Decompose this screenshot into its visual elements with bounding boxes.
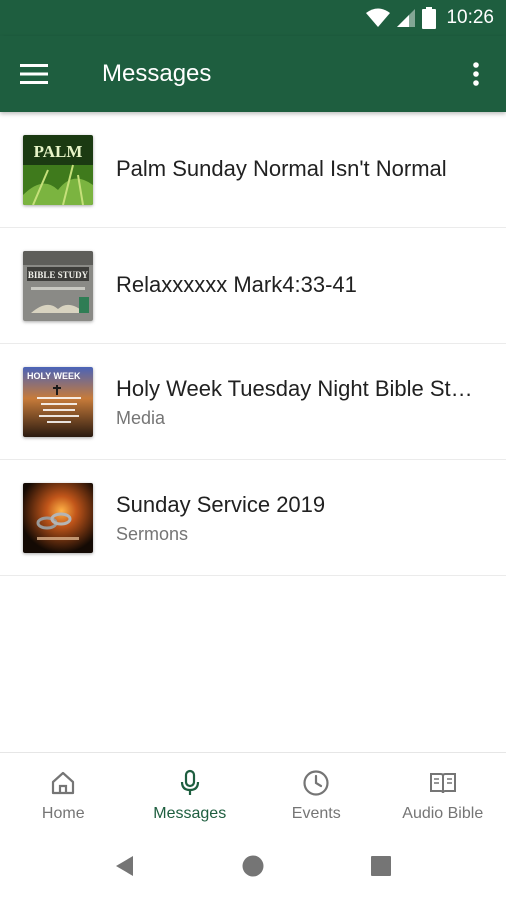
sunday-service-image xyxy=(23,483,93,553)
messages-list: PALM Palm Sunday Normal Isn't Normal BIB… xyxy=(0,112,506,576)
message-title: Sunday Service 2019 xyxy=(116,492,326,517)
overflow-menu-button[interactable] xyxy=(464,58,488,90)
message-title: Holy Week Tuesday Night Bible Study xyxy=(116,376,478,401)
message-title: Palm Sunday Normal Isn't Normal xyxy=(116,156,447,181)
bible-study-image: BIBLE STUDY xyxy=(23,251,93,321)
message-item[interactable]: Sunday Service 2019 Sermons xyxy=(0,460,506,576)
nav-label: Audio Bible xyxy=(402,805,484,822)
holy-week-image: HOLY WEEK xyxy=(23,367,93,437)
message-item[interactable]: BIBLE STUDY Relaxxxxxx Mark4:33-41 xyxy=(0,228,506,344)
palm-sunday-image: PALM xyxy=(23,135,93,205)
nav-item-home[interactable]: Home xyxy=(0,753,127,832)
cellular-signal-icon xyxy=(397,9,416,27)
status-bar: 10:26 xyxy=(0,0,506,36)
thumbnail-text: PALM xyxy=(34,142,83,161)
message-thumbnail: HOLY WEEK xyxy=(23,367,93,437)
more-vert-icon xyxy=(473,62,479,86)
message-item[interactable]: HOLY WEEK Holy Week Tuesday Night Bible … xyxy=(0,344,506,460)
open-book-icon xyxy=(429,773,456,794)
recents-icon[interactable] xyxy=(369,854,393,878)
nav-item-events[interactable]: Events xyxy=(253,753,380,832)
back-icon[interactable] xyxy=(113,854,137,878)
message-category: Media xyxy=(116,408,166,428)
bottom-navigation: Home Messages Events Audio Bible xyxy=(0,752,506,832)
nav-label: Messages xyxy=(153,805,227,822)
app-bar: Messages xyxy=(0,36,506,112)
nav-label: Home xyxy=(41,805,85,822)
status-time: 10:26 xyxy=(446,7,494,28)
page-title: Messages xyxy=(102,60,212,87)
nav-label: Events xyxy=(291,805,341,822)
nav-item-messages[interactable]: Messages xyxy=(127,753,254,832)
home-icon xyxy=(52,771,75,795)
message-thumbnail: PALM xyxy=(23,135,93,205)
nav-item-audio-bible[interactable]: Audio Bible xyxy=(380,753,506,832)
message-category: Sermons xyxy=(116,524,189,544)
system-navigation-bar xyxy=(0,832,506,900)
home-circle-icon[interactable] xyxy=(241,854,265,878)
wifi-icon xyxy=(366,8,391,27)
menu-button[interactable] xyxy=(20,58,60,90)
thumbnail-text: BIBLE STUDY xyxy=(28,270,89,280)
message-item[interactable]: PALM Palm Sunday Normal Isn't Normal xyxy=(0,112,506,228)
message-thumbnail xyxy=(23,483,93,553)
status-icons: 10:26 xyxy=(366,6,494,30)
battery-icon xyxy=(422,7,437,29)
message-thumbnail: BIBLE STUDY xyxy=(23,251,93,321)
thumbnail-text: HOLY WEEK xyxy=(27,371,81,381)
hamburger-menu-icon xyxy=(20,64,48,84)
clock-icon xyxy=(303,770,329,796)
microphone-icon xyxy=(180,769,199,795)
message-title: Relaxxxxxx Mark4:33-41 xyxy=(116,272,357,297)
